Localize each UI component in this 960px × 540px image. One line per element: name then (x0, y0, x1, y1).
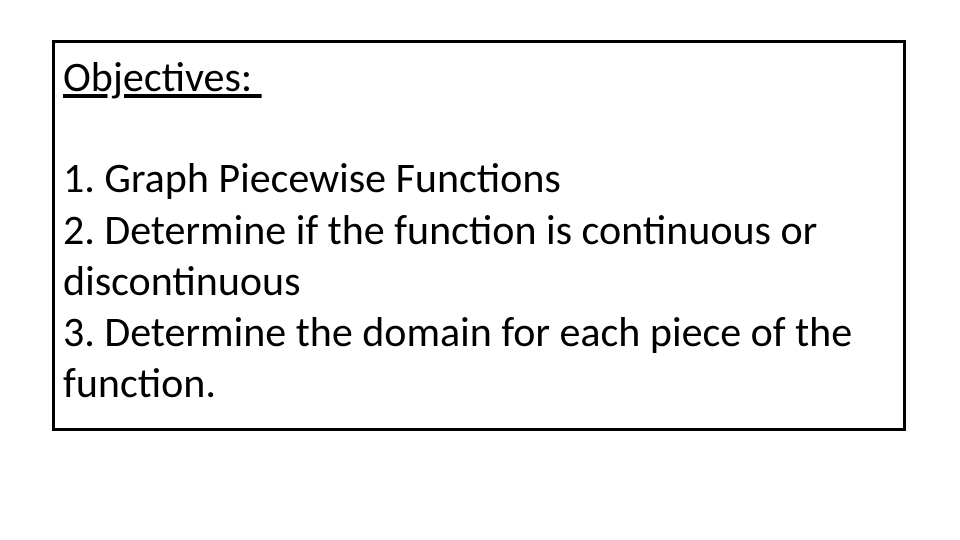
objectives-list: 1. Graph Piecewise Functions 2. Determin… (63, 153, 895, 409)
objectives-box: Objectives: 1. Graph Piecewise Functions… (52, 40, 906, 431)
list-item: 2. Determine if the function is continuo… (63, 205, 895, 307)
objectives-heading: Objectives: (63, 53, 895, 103)
list-item: 3. Determine the domain for each piece o… (63, 307, 895, 409)
slide: Objectives: 1. Graph Piecewise Functions… (0, 0, 960, 540)
list-item: 1. Graph Piecewise Functions (63, 153, 895, 204)
